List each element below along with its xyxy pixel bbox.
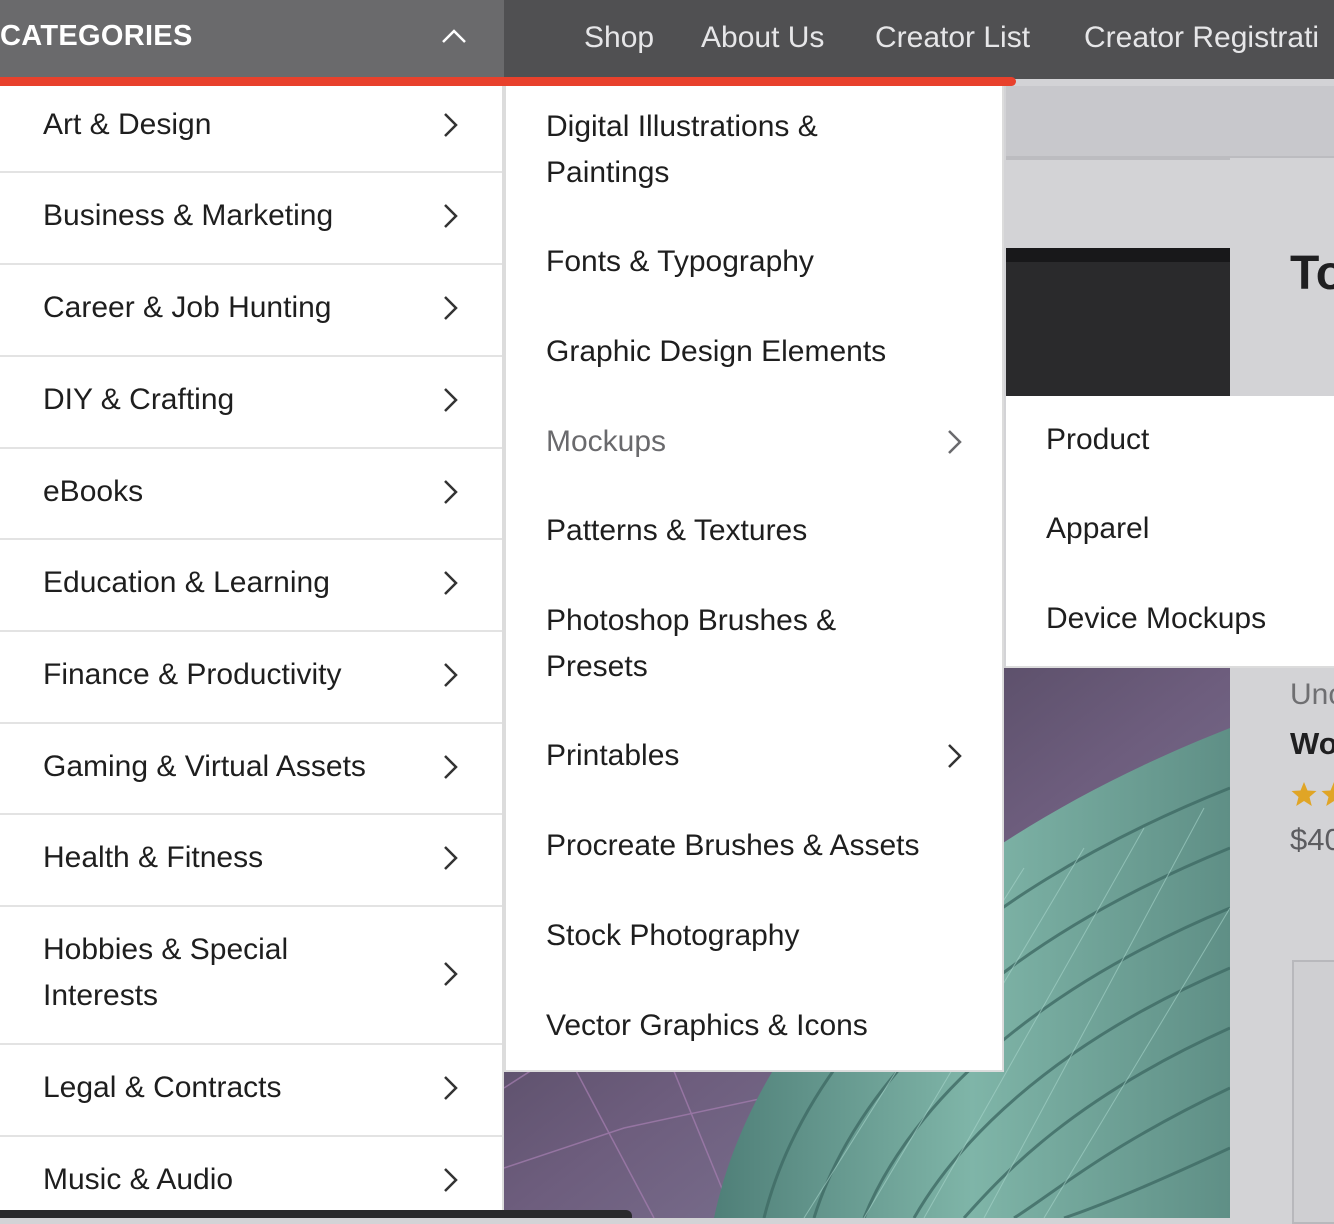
category-item-education-learning[interactable]: Education & Learning [0,540,502,632]
category-item-career-job-hunting[interactable]: Career & Job Hunting [0,265,502,357]
chevron-right-icon [442,386,460,414]
chevron-right-icon [946,428,964,456]
submenu-item-photoshop-brushes[interactable]: Photoshop Brushes & Presets [506,598,1006,694]
category-label: Finance & Productivity [43,652,341,698]
chevron-right-icon [442,1074,460,1102]
submenu-item-patterns-textures[interactable]: Patterns & Textures [506,508,1006,554]
submenu-item-mockups[interactable]: Mockups [506,419,1006,465]
category-label: DIY & Crafting [43,377,234,423]
category-label: Career & Job Hunting [43,285,332,331]
chevron-right-icon [442,478,460,506]
category-label: eBooks [43,469,143,515]
categories-title: CATEGORIES [0,20,193,53]
submenu-label: Printables [546,733,679,779]
hero-image-top [1006,248,1230,396]
submenu-item-printables[interactable]: Printables [506,733,1006,779]
page-background-band [1006,86,1334,158]
submenu-label: Photoshop Brushes & Presets [546,598,876,690]
rating-stars-icon [1290,780,1334,810]
chevron-right-icon [442,844,460,872]
submenu-label: Vector Graphics & Icons [546,1003,868,1049]
submenu-label: Patterns & Textures [546,508,807,554]
category-label: Hobbies & Special Interests [43,927,373,1019]
active-menu-indicator [0,77,1016,86]
chevron-right-icon [442,753,460,781]
product-category-label: Unc [1290,678,1334,712]
category-item-diy-crafting[interactable]: DIY & Crafting [0,357,502,449]
chevron-right-icon [442,960,460,988]
product-price: $40 [1290,822,1334,858]
category-label: Gaming & Virtual Assets [43,744,366,790]
chevron-right-icon [442,111,460,139]
category-label: Business & Marketing [43,193,333,239]
nav-link-about-us[interactable]: About Us [701,21,824,55]
chevron-right-icon [442,661,460,689]
hero-image-edge [1006,248,1230,262]
submenu-item-digital-illustrations[interactable]: Digital Illustrations & Paintings [506,104,1006,200]
submenu-label: Mockups [546,419,666,465]
category-label: Education & Learning [43,560,330,606]
submenu-label: Fonts & Typography [546,239,814,285]
art-design-submenu: Digital Illustrations & Paintings Fonts … [504,86,1004,1072]
chevron-right-icon [946,742,964,770]
category-label: Art & Design [43,102,211,148]
nav-link-shop[interactable]: Shop [584,21,654,55]
submenu-label: Stock Photography [546,913,800,959]
submenu-label: Digital Illustrations & Paintings [546,104,876,196]
submenu-label: Procreate Brushes & Assets [546,823,920,869]
chevron-up-icon [440,26,468,46]
horizontal-scrollbar[interactable] [0,1210,632,1218]
category-label: Health & Fitness [43,835,263,881]
submenu-item-vector-graphics[interactable]: Vector Graphics & Icons [506,1003,1006,1049]
submenu-item-product[interactable]: Product [1046,423,1149,457]
category-item-business-marketing[interactable]: Business & Marketing [0,173,502,265]
submenu-item-graphic-design-elements[interactable]: Graphic Design Elements [506,329,1006,375]
product-card[interactable] [1292,960,1334,1224]
category-item-health-fitness[interactable]: Health & Fitness [0,815,502,907]
category-item-ebooks[interactable]: eBooks [0,449,502,540]
chevron-right-icon [442,1166,460,1194]
chevron-right-icon [442,294,460,322]
chevron-right-icon [442,569,460,597]
mockups-submenu: Product Apparel Device Mockups [1006,396,1334,668]
section-heading: To [1290,246,1334,301]
submenu-item-procreate-brushes[interactable]: Procreate Brushes & Assets [506,823,1006,869]
categories-toggle[interactable]: CATEGORIES [0,0,504,79]
nav-link-creator-list[interactable]: Creator List [875,21,1030,55]
category-item-finance-productivity[interactable]: Finance & Productivity [0,632,502,724]
nav-link-creator-registration[interactable]: Creator Registrati [1084,21,1319,55]
category-item-gaming-virtual-assets[interactable]: Gaming & Virtual Assets [0,724,502,815]
category-item-art-design[interactable]: Art & Design [0,86,502,173]
top-navigation-bar: CATEGORIES Shop About Us Creator List Cr… [0,0,1334,79]
category-label: Legal & Contracts [43,1065,281,1111]
category-item-legal-contracts[interactable]: Legal & Contracts [0,1045,502,1137]
submenu-item-stock-photography[interactable]: Stock Photography [506,913,1006,959]
product-title[interactable]: Wo [1290,726,1334,762]
submenu-item-device-mockups[interactable]: Device Mockups [1046,602,1266,636]
submenu-item-fonts-typography[interactable]: Fonts & Typography [506,239,1006,285]
submenu-label: Graphic Design Elements [546,329,886,375]
category-item-music-audio[interactable]: Music & Audio [0,1137,502,1210]
categories-menu: Art & Design Business & Marketing Career… [0,86,504,1210]
submenu-item-apparel[interactable]: Apparel [1046,512,1149,546]
category-label: Music & Audio [43,1157,233,1203]
category-item-hobbies-special-interests[interactable]: Hobbies & Special Interests [0,907,502,1045]
chevron-right-icon [442,202,460,230]
